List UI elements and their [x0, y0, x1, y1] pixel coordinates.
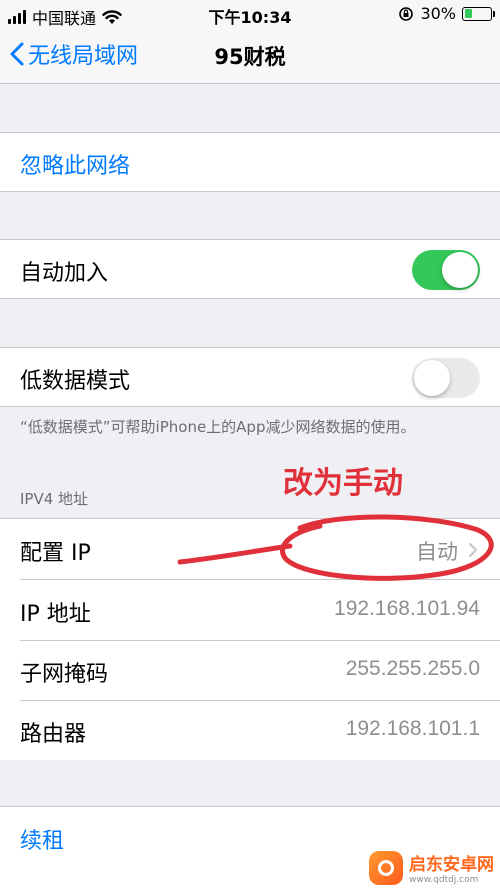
configure-ip-label: 配置 IP	[20, 541, 91, 566]
ip-address-label: IP 地址	[20, 602, 91, 627]
router-label: 路由器	[20, 722, 87, 747]
toggle-knob	[442, 252, 478, 288]
toggle-knob	[414, 360, 450, 396]
watermark-name: 启东安卓网	[409, 855, 494, 875]
watermark-logo-icon	[369, 850, 403, 885]
low-data-footnote: “低数据模式”可帮助iPhone上的App减少网络数据的使用。	[20, 418, 416, 436]
back-button[interactable]: 无线局域网	[10, 38, 138, 70]
forget-network-button[interactable]: 忽略此网络	[0, 132, 500, 192]
navigation-bar: 无线局域网 95财税	[0, 30, 500, 84]
subnet-mask-value: 255.255.255.0	[345, 657, 480, 680]
battery-icon	[462, 6, 495, 21]
renew-lease-label: 续租	[20, 829, 65, 854]
configure-ip-row[interactable]: 配置 IP 自动	[0, 519, 500, 579]
low-data-mode-label: 低数据模式	[20, 369, 131, 394]
router-row: 路由器 192.168.101.1	[0, 701, 500, 760]
ip-address-value: 192.168.101.94	[334, 597, 480, 620]
back-label: 无线局域网	[28, 44, 139, 69]
chevron-left-icon	[10, 42, 24, 66]
ip-address-row: IP 地址 192.168.101.94	[0, 580, 500, 640]
subnet-mask-row: 子网掩码 255.255.255.0	[0, 641, 500, 700]
auto-join-row: 自动加入	[0, 239, 500, 299]
orientation-lock-icon	[399, 6, 414, 21]
ipv4-group: 配置 IP 自动 IP 地址 192.168.101.94 子网掩码 255.2…	[0, 518, 500, 760]
configure-ip-value: 自动	[416, 541, 458, 564]
battery-fill	[464, 9, 472, 18]
low-data-mode-row: 低数据模式	[0, 347, 500, 407]
battery-percent: 30%	[420, 4, 456, 23]
low-data-mode-toggle[interactable]	[412, 358, 480, 398]
chevron-right-icon	[468, 542, 478, 558]
ipv4-section-header: IPV4 地址	[20, 490, 89, 508]
auto-join-label: 自动加入	[20, 261, 109, 286]
auto-join-toggle[interactable]	[412, 250, 480, 290]
router-value: 192.168.101.1	[345, 717, 480, 740]
forget-network-label: 忽略此网络	[20, 154, 131, 179]
status-bar: 中国联通 下午10:34 30%	[0, 0, 500, 30]
status-right: 30%	[398, 4, 495, 23]
subnet-mask-label: 子网掩码	[20, 662, 109, 687]
watermark-url: www.qdtdj.com	[409, 875, 479, 885]
watermark: 启东安卓网 www.qdtdj.com	[369, 850, 494, 885]
annotation-text: 改为手动	[283, 466, 403, 501]
